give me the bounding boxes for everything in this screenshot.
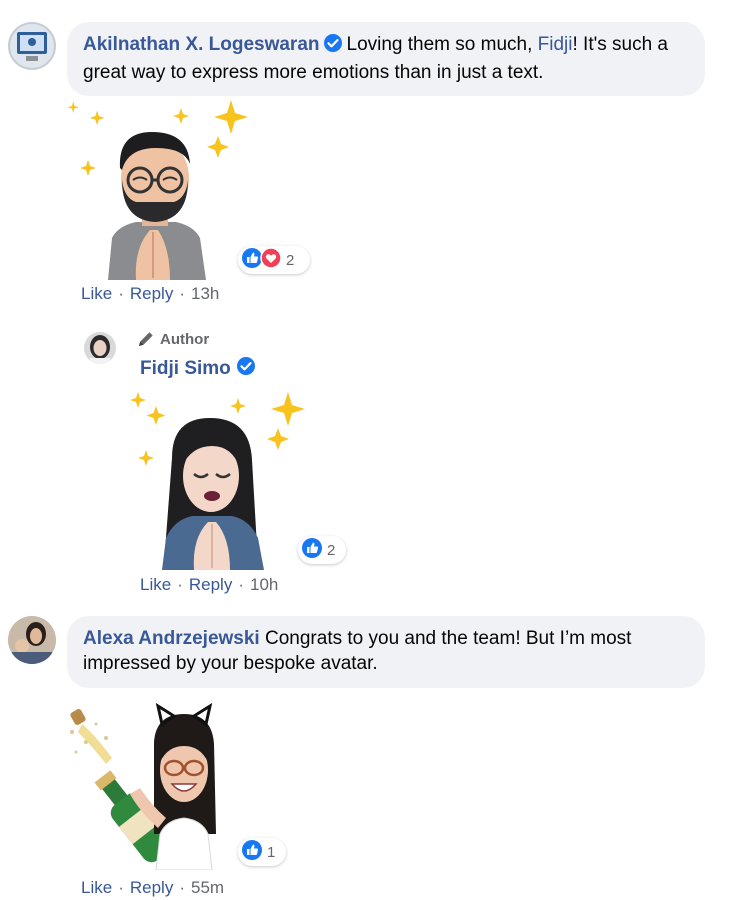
comment-author[interactable]: Alexa Andrzejewski [83, 628, 260, 649]
pencil-icon [137, 330, 155, 348]
separator: · [179, 878, 185, 897]
reaction-count: 2 [327, 541, 336, 559]
timestamp[interactable]: 10h [250, 575, 278, 594]
separator: · [238, 575, 244, 594]
separator: · [179, 284, 185, 303]
comment-author[interactable]: Fidji Simo [140, 358, 231, 380]
comment-actions: Like · Reply · 13h [81, 284, 219, 304]
like-reaction-icon [241, 839, 263, 865]
comment-actions: Like · Reply · 10h [140, 575, 278, 595]
avatar-sticker [128, 388, 310, 570]
avatar[interactable] [8, 616, 56, 664]
reply-author-line: Fidji Simo [140, 356, 260, 382]
comment-bubble: Alexa Andrzejewski Congrats to you and t… [67, 616, 705, 688]
like-reaction-icon [301, 537, 323, 563]
comment-bubble: Akilnathan X. Logeswaran Loving them so m… [67, 22, 705, 96]
reply-button[interactable]: Reply [130, 284, 173, 303]
like-button[interactable]: Like [81, 878, 112, 897]
comment-author[interactable]: Akilnathan X. Logeswaran [83, 34, 320, 55]
separator: · [118, 284, 124, 303]
like-button[interactable]: Like [81, 284, 112, 303]
separator: · [118, 878, 124, 897]
comment-actions: Like · Reply · 55m [81, 878, 224, 898]
love-reaction-icon [260, 247, 282, 273]
avatar-sticker [66, 702, 256, 870]
author-tag-label: Author [160, 330, 210, 348]
verified-badge-icon [323, 33, 343, 60]
reaction-summary[interactable]: 2 [298, 536, 346, 564]
reply-button[interactable]: Reply [130, 878, 173, 897]
avatar[interactable] [8, 22, 56, 70]
like-button[interactable]: Like [140, 575, 171, 594]
reaction-count: 2 [286, 251, 295, 269]
verified-badge-icon [236, 356, 256, 382]
mention-link[interactable]: Fidji [538, 34, 573, 55]
reaction-summary[interactable]: 2 [238, 246, 310, 274]
timestamp[interactable]: 13h [191, 284, 219, 303]
timestamp[interactable]: 55m [191, 878, 224, 897]
author-tag: Author [137, 330, 209, 348]
reply-button[interactable]: Reply [189, 575, 232, 594]
comment-text: Loving them so much, [346, 34, 538, 55]
avatar[interactable] [84, 332, 116, 364]
avatar-sticker [66, 98, 256, 280]
separator: · [177, 575, 183, 594]
reaction-count: 1 [267, 843, 276, 861]
reaction-summary[interactable]: 1 [238, 838, 286, 866]
